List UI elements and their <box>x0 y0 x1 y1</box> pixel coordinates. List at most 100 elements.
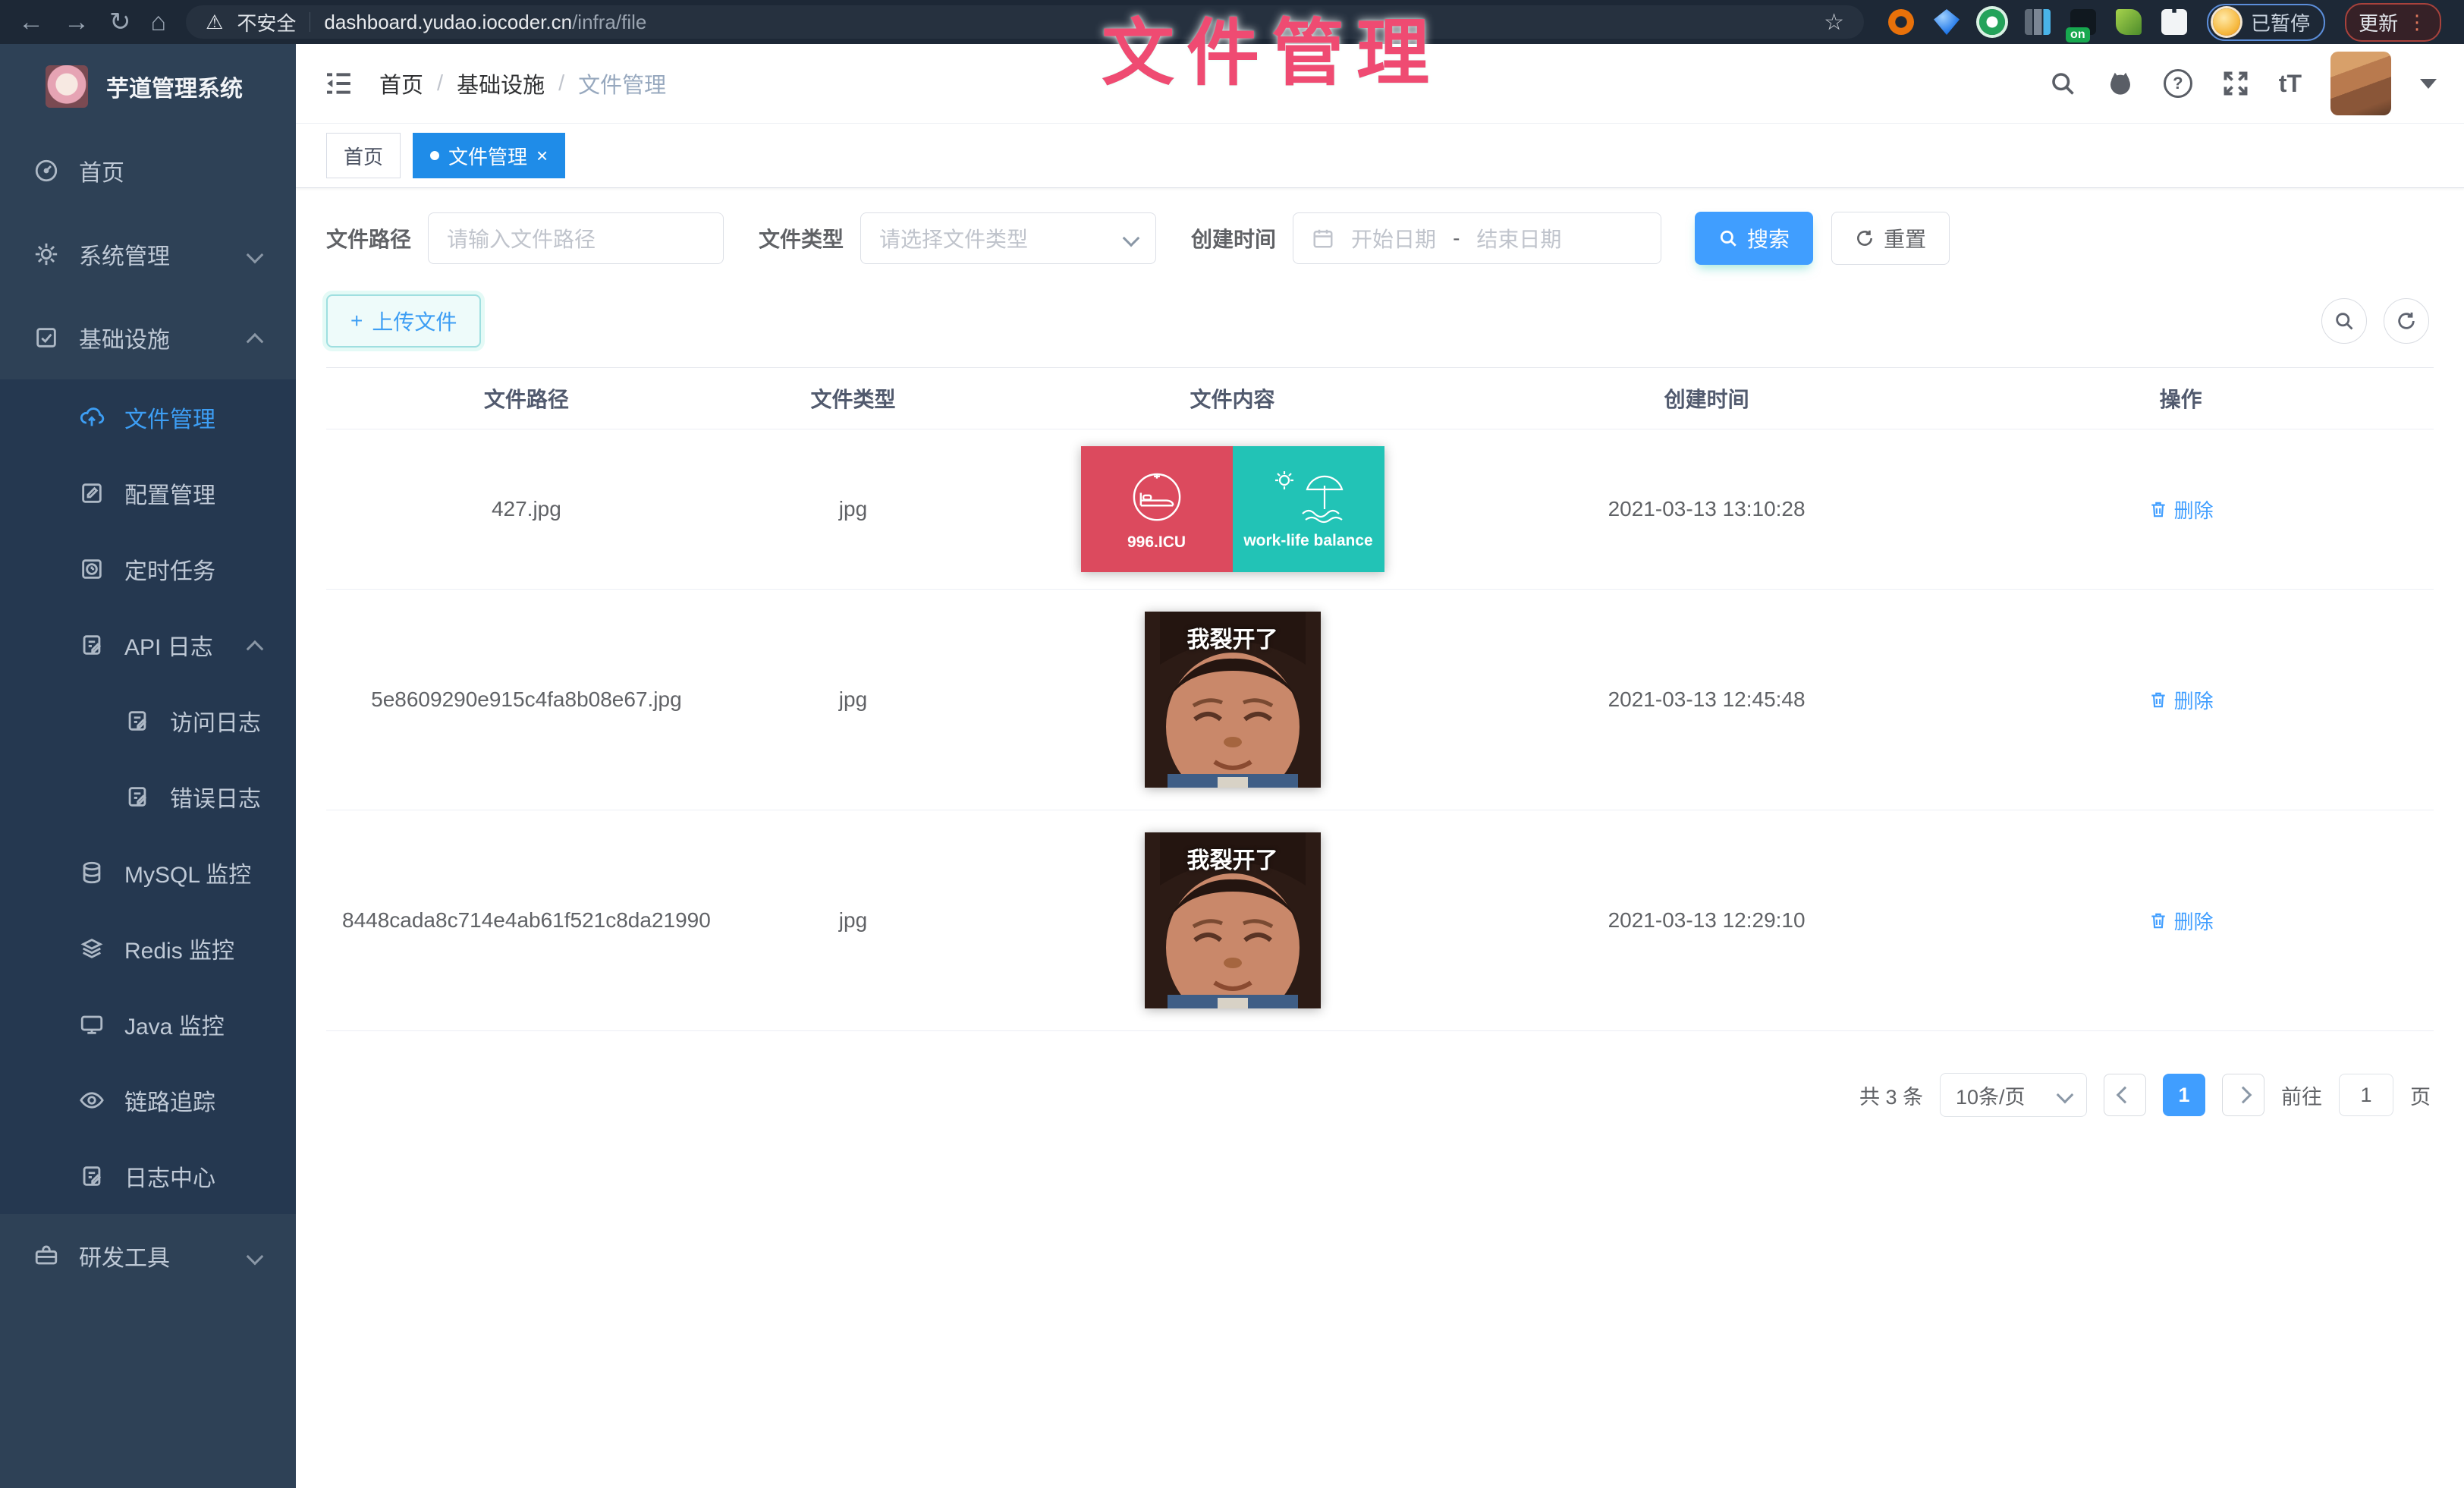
paused-extension-pill[interactable]: 已暂停 <box>2207 4 2325 41</box>
chevron-up-icon <box>247 640 264 658</box>
sidebar-item-label: 基础设施 <box>79 321 170 354</box>
cell-actions: 删除 <box>1928 907 2434 935</box>
extension-icon[interactable] <box>1979 9 2005 35</box>
table-tools <box>2321 298 2429 344</box>
sidebar-toggle-icon[interactable] <box>323 68 354 99</box>
header-search-icon[interactable] <box>2048 69 2077 98</box>
table-toolbar: + 上传文件 <box>326 294 2434 348</box>
user-menu-caret-icon[interactable] <box>2420 79 2437 89</box>
sidebar-item-首页[interactable]: 首页 <box>0 129 296 212</box>
sidebar-item-系统管理[interactable]: 系统管理 <box>0 212 296 296</box>
chevron-down-icon <box>247 247 264 264</box>
delete-button[interactable]: 删除 <box>2148 907 2214 935</box>
github-icon[interactable] <box>2106 69 2135 98</box>
help-icon[interactable]: ? <box>2164 69 2192 98</box>
chevron-down-icon <box>247 1248 264 1266</box>
address-bar[interactable]: ⚠ 不安全 dashboard.yudao.iocoder.cn/infra/f… <box>186 5 1864 39</box>
upload-file-button[interactable]: + 上传文件 <box>326 294 481 348</box>
timer-icon <box>79 556 105 582</box>
sidebar-item-定时任务[interactable]: 定时任务 <box>0 531 296 607</box>
tag-close-icon[interactable]: × <box>536 144 548 168</box>
sidebar-item-文件管理[interactable]: 文件管理 <box>0 379 296 455</box>
trash-icon <box>2148 690 2168 709</box>
log-icon <box>124 708 150 734</box>
fullscreen-icon[interactable] <box>2221 69 2250 98</box>
cell-file-path: 5e8609290e915c4fa8b08e67.jpg <box>326 687 727 712</box>
chevron-down-icon <box>1123 230 1140 247</box>
sidebar-item-基础设施[interactable]: 基础设施 <box>0 296 296 379</box>
sidebar-item-Redis 监控[interactable]: Redis 监控 <box>0 911 296 986</box>
browser-update-button[interactable]: 更新 ⋮ <box>2345 3 2441 42</box>
page-1-button[interactable]: 1 <box>2163 1074 2205 1116</box>
sidebar-item-label: 链路追踪 <box>124 1084 215 1117</box>
breadcrumb-infra[interactable]: 基础设施 <box>457 68 545 99</box>
file-thumbnail-meme[interactable]: 我裂开了 <box>1145 612 1321 788</box>
sidebar-item-配置管理[interactable]: 配置管理 <box>0 455 296 531</box>
file-thumbnail-meme[interactable]: 我裂开了 <box>1145 832 1321 1008</box>
file-type-label: 文件类型 <box>759 223 844 253</box>
page-size-select[interactable]: 10条/页 <box>1940 1073 2087 1117</box>
sidebar-item-label: 系统管理 <box>79 238 170 271</box>
url-text[interactable]: dashboard.yudao.iocoder.cn/infra/file <box>324 11 646 34</box>
emoji-extension-icon <box>2213 8 2240 36</box>
cloud-upload-icon <box>79 404 105 430</box>
extension-icon[interactable] <box>1888 9 1914 35</box>
sidebar-item-访问日志[interactable]: 访问日志 <box>0 683 296 759</box>
browser-home-icon[interactable]: ⌂ <box>151 9 167 35</box>
browser-back-icon[interactable]: ← <box>18 9 44 35</box>
next-page-button[interactable] <box>2222 1074 2264 1116</box>
reset-button[interactable]: 重置 <box>1831 212 1950 265</box>
goto-page-input[interactable]: 1 <box>2339 1074 2393 1116</box>
browser-menu-icon[interactable]: ⋮ <box>2407 11 2428 34</box>
date-range-picker[interactable]: 开始日期 - 结束日期 <box>1293 212 1661 264</box>
trash-icon <box>2148 911 2168 930</box>
sidebar-item-链路追踪[interactable]: 链路追踪 <box>0 1062 296 1138</box>
tag-home[interactable]: 首页 <box>326 133 401 178</box>
top-navbar: 首页 / 基础设施 / 文件管理 ? tT <box>296 44 2464 124</box>
font-size-icon[interactable]: tT <box>2279 70 2302 98</box>
bookmark-star-icon[interactable]: ☆ <box>1824 9 1844 36</box>
tag-file-management[interactable]: 文件管理 × <box>413 133 565 178</box>
log-icon <box>79 1163 105 1189</box>
extensions-puzzle-icon[interactable] <box>2161 9 2187 35</box>
show-search-button[interactable] <box>2321 298 2367 344</box>
browser-forward-icon[interactable]: → <box>64 9 90 35</box>
delete-button[interactable]: 删除 <box>2148 686 2214 714</box>
sidebar-item-label: Redis 监控 <box>124 932 234 965</box>
file-type-select[interactable]: 请选择文件类型 <box>860 212 1156 264</box>
sidebar: 芋道管理系统 首页系统管理基础设施文件管理配置管理定时任务API 日志访问日志错… <box>0 44 296 1488</box>
cell-file-type: jpg <box>727 687 979 712</box>
extension-icon[interactable] <box>2025 9 2051 35</box>
sidebar-item-MySQL 监控[interactable]: MySQL 监控 <box>0 835 296 911</box>
pagination-total: 共 3 条 <box>1859 1081 1923 1110</box>
security-label[interactable]: 不安全 <box>237 8 296 36</box>
delete-button[interactable]: 删除 <box>2148 495 2214 524</box>
extension-icon[interactable] <box>2116 9 2142 35</box>
sidebar-item-Java 监控[interactable]: Java 监控 <box>0 986 296 1062</box>
sidebar-item-错误日志[interactable]: 错误日志 <box>0 759 296 835</box>
table-row: 427.jpgjpg996.ICUwork-life balance2021-0… <box>326 429 2434 590</box>
extensions-area: on 已暂停 更新 ⋮ <box>1888 3 2441 42</box>
sidebar-logo-row[interactable]: 芋道管理系统 <box>0 44 296 129</box>
search-icon <box>2334 310 2355 332</box>
extension-icon[interactable]: on <box>2070 9 2096 35</box>
sidebar-item-研发工具[interactable]: 研发工具 <box>0 1214 296 1298</box>
cell-file-path: 8448cada8c714e4ab61f521c8da21990 <box>326 908 727 933</box>
breadcrumb-home[interactable]: 首页 <box>379 68 423 99</box>
sidebar-item-API 日志[interactable]: API 日志 <box>0 607 296 683</box>
prev-page-button[interactable] <box>2104 1074 2146 1116</box>
file-thumbnail-996-banner[interactable]: 996.ICUwork-life balance <box>1081 446 1384 572</box>
user-avatar[interactable] <box>2330 52 2391 115</box>
screen: ← → ↻ ⌂ ⚠ 不安全 dashboard.yudao.iocoder.cn… <box>0 0 2464 1488</box>
meme-caption: 我裂开了 <box>1145 842 1321 875</box>
extension-icon[interactable] <box>1934 9 1960 35</box>
sidebar-item-日志中心[interactable]: 日志中心 <box>0 1138 296 1214</box>
security-warning-icon: ⚠ <box>206 11 223 34</box>
file-path-input[interactable]: 请输入文件路径 <box>428 212 724 264</box>
refresh-icon <box>1855 228 1875 248</box>
calendar-icon <box>1312 227 1334 250</box>
browser-reload-icon[interactable]: ↻ <box>109 9 131 35</box>
search-button[interactable]: 搜索 <box>1695 212 1813 265</box>
trash-icon <box>2148 499 2168 519</box>
refresh-table-button[interactable] <box>2384 298 2429 344</box>
